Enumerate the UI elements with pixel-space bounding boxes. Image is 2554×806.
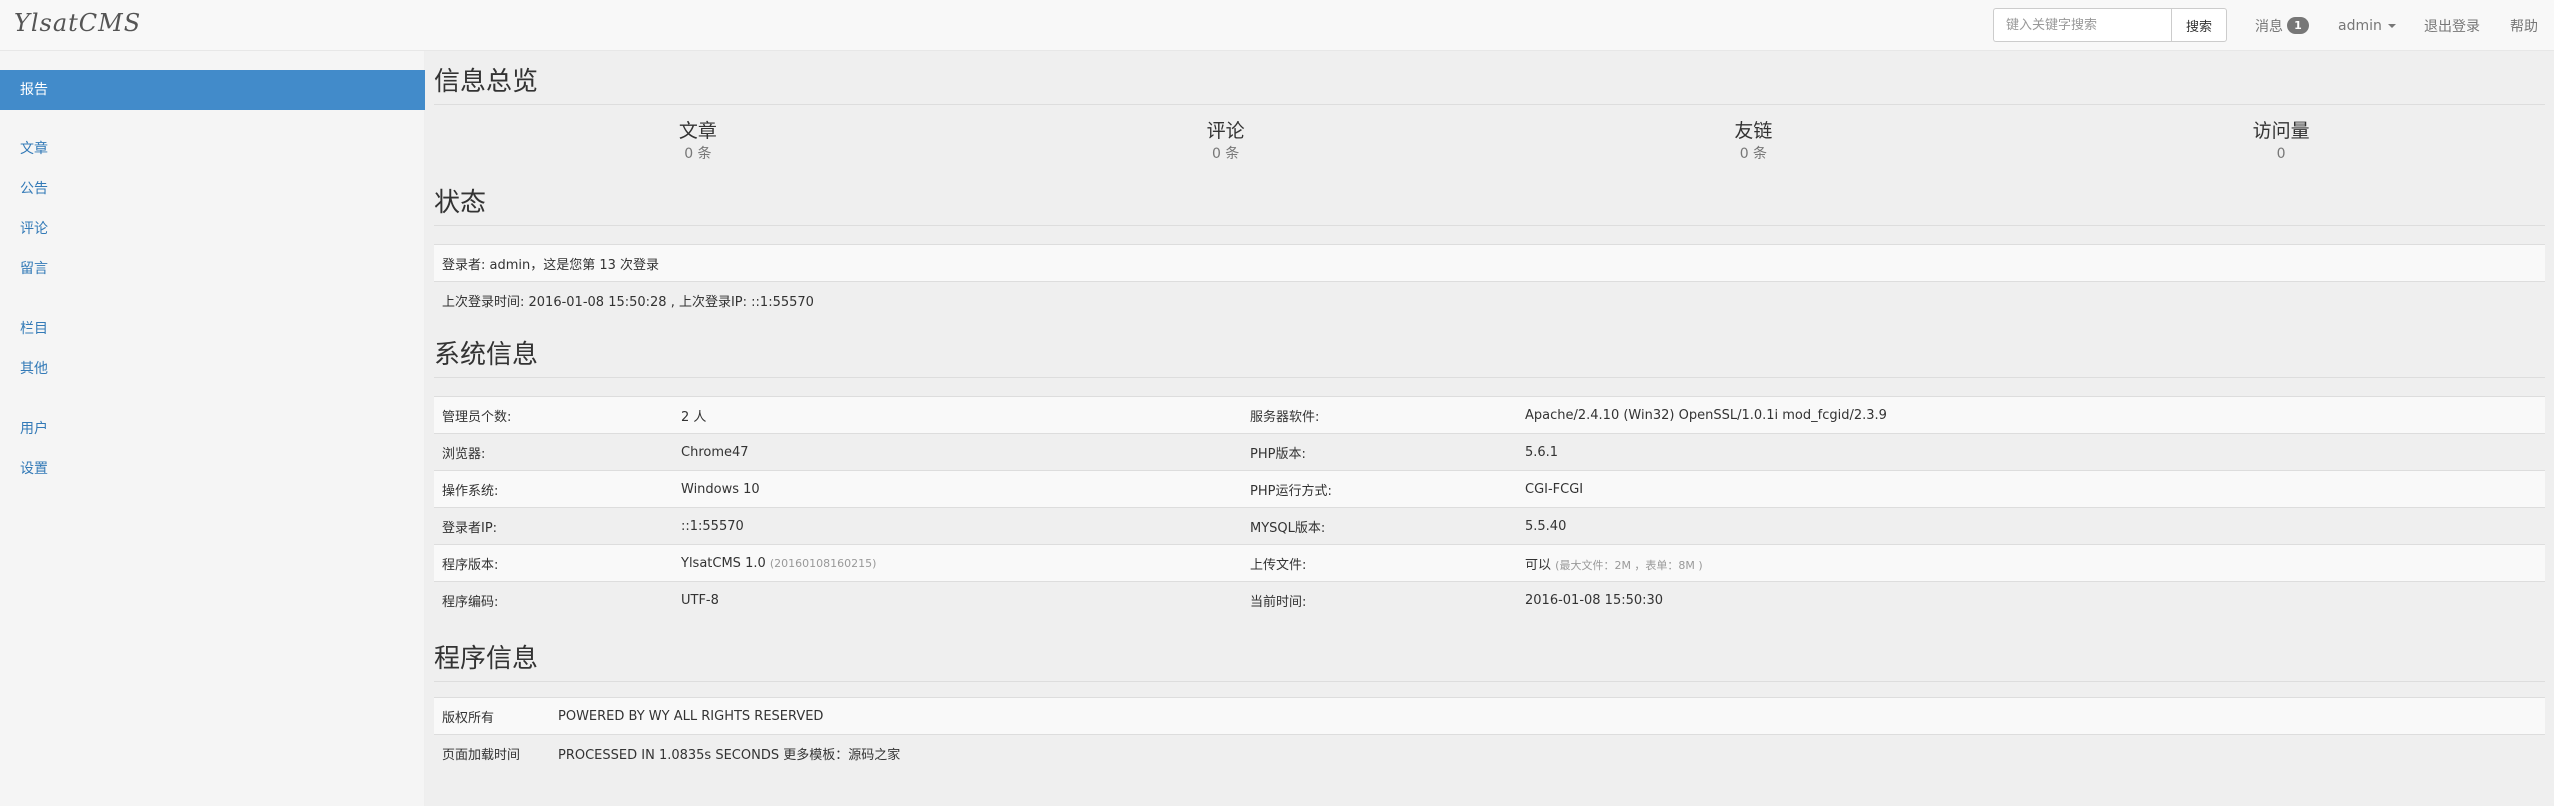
stat-visits: 访问量 0 <box>2017 119 2545 165</box>
system-key: 登录者IP: <box>434 507 673 545</box>
system-value: CGI-FCGI <box>1517 470 2545 508</box>
system-key: 服务器软件: <box>1242 396 1517 434</box>
user-name: admin <box>2338 17 2382 34</box>
system-key: 程序编码: <box>434 581 673 618</box>
nav-messages[interactable]: 消息 1 <box>2255 0 2309 51</box>
system-value: 5.5.40 <box>1517 507 2545 545</box>
stat-label: 评论 <box>1206 120 1245 142</box>
search-button[interactable]: 搜索 <box>2171 8 2228 42</box>
nav-logout[interactable]: 退出登录 <box>2424 0 2480 51</box>
help-link[interactable]: 帮助 <box>2510 16 2538 36</box>
login-info: 登录者: admin，这是您第 13 次登录 <box>434 244 2545 282</box>
table-row: 版权所有 POWERED BY WY ALL RIGHTS RESERVED <box>434 697 2545 735</box>
system-key: MYSQL版本: <box>1242 507 1517 545</box>
system-value: 2016-01-08 15:50:30 <box>1517 581 2545 618</box>
system-info-title: 系统信息 <box>434 334 2545 378</box>
table-row: 上次登录时间: 2016-01-08 15:50:28 , 上次登录IP: ::… <box>434 281 2545 318</box>
system-key: 当前时间: <box>1242 581 1517 618</box>
system-key: PHP运行方式: <box>1242 470 1517 508</box>
search-form: 搜索 <box>1993 8 2228 42</box>
sidebar: 报告 文章 公告 评论 留言 栏目 其他 用户 设置 <box>0 51 425 806</box>
system-value: ::1:55570 <box>673 507 1242 545</box>
overview-title: 信息总览 <box>434 61 2545 105</box>
program-value: PROCESSED IN 1.0835s SECONDS 更多模板：源码之家 <box>550 734 2545 771</box>
system-value: YlsatCMS 1.0 (20160108160215) <box>673 544 1242 582</box>
stat-label: 访问量 <box>2252 120 2310 142</box>
stat-label: 友链 <box>1734 120 1773 142</box>
system-value: Windows 10 <box>673 470 1242 508</box>
stat-links: 友链 0 条 <box>1490 119 2018 165</box>
stat-articles: 文章 0 条 <box>434 119 962 165</box>
table-row: 页面加载时间 PROCESSED IN 1.0835s SECONDS 更多模板… <box>434 734 2545 771</box>
system-key: PHP版本: <box>1242 433 1517 471</box>
stat-value: 0 条 <box>1739 146 1768 162</box>
table-row: 程序编码: UTF-8 当前时间: 2016-01-08 15:50:30 <box>434 581 2545 618</box>
messages-count-badge: 1 <box>2287 17 2309 34</box>
system-key: 浏览器: <box>434 433 673 471</box>
main-content: 信息总览 文章 0 条 评论 0 条 友链 0 条 访问量 0 状态 登录者: … <box>425 51 2554 806</box>
sidebar-item-announcements[interactable]: 公告 <box>0 169 425 209</box>
system-info-table: 管理员个数: 2 人 服务器软件: Apache/2.4.10 (Win32) … <box>434 396 2545 618</box>
sidebar-item-articles[interactable]: 文章 <box>0 129 425 169</box>
table-row: 登录者IP: ::1:55570 MYSQL版本: 5.5.40 <box>434 507 2545 545</box>
brand-logo[interactable]: YlsatCMS <box>14 9 141 37</box>
search-input[interactable] <box>1993 8 2171 42</box>
system-value: 2 人 <box>673 396 1242 434</box>
status-table: 登录者: admin，这是您第 13 次登录 上次登录时间: 2016-01-0… <box>434 244 2545 318</box>
system-key: 管理员个数: <box>434 396 673 434</box>
system-key: 操作系统: <box>434 470 673 508</box>
last-login-info: 上次登录时间: 2016-01-08 15:50:28 , 上次登录IP: ::… <box>434 281 2545 318</box>
logout-link[interactable]: 退出登录 <box>2424 16 2480 36</box>
program-key: 页面加载时间 <box>434 734 550 771</box>
nav-user-dropdown[interactable]: admin <box>2338 0 2396 51</box>
sidebar-item-settings[interactable]: 设置 <box>0 449 425 489</box>
sidebar-item-users[interactable]: 用户 <box>0 409 425 449</box>
top-navbar: YlsatCMS 搜索 消息 1 admin 退出登录 帮助 <box>0 0 2554 51</box>
system-value: Chrome47 <box>673 433 1242 471</box>
status-title: 状态 <box>434 182 2545 226</box>
messages-label: 消息 <box>2255 18 2283 35</box>
table-row: 操作系统: Windows 10 PHP运行方式: CGI-FCGI <box>434 470 2545 508</box>
table-row: 登录者: admin，这是您第 13 次登录 <box>434 244 2545 282</box>
caret-down-icon <box>2387 23 2396 28</box>
stat-value: 0 条 <box>684 146 712 162</box>
program-key: 版权所有 <box>434 697 550 735</box>
sidebar-item-columns[interactable]: 栏目 <box>0 309 425 349</box>
table-row: 程序版本: YlsatCMS 1.0 (20160108160215) 上传文件… <box>434 544 2545 582</box>
stat-label: 文章 <box>678 120 717 142</box>
table-row: 管理员个数: 2 人 服务器软件: Apache/2.4.10 (Win32) … <box>434 396 2545 434</box>
program-info-title: 程序信息 <box>434 638 2545 682</box>
sidebar-item-other[interactable]: 其他 <box>0 349 425 389</box>
nav-help[interactable]: 帮助 <box>2510 0 2538 51</box>
system-value: 5.6.1 <box>1517 433 2545 471</box>
sidebar-item-report[interactable]: 报告 <box>0 70 425 110</box>
stat-value: 0 条 <box>1211 146 1240 162</box>
stat-value: 0 <box>2276 146 2286 162</box>
system-value: 可以 (最大文件：2M ，表单：8M ) <box>1517 544 2545 582</box>
sidebar-item-comments[interactable]: 评论 <box>0 209 425 249</box>
system-value: UTF-8 <box>673 581 1242 618</box>
system-key: 上传文件: <box>1242 544 1517 582</box>
program-info-table: 版权所有 POWERED BY WY ALL RIGHTS RESERVED 页… <box>434 697 2545 771</box>
stat-comments: 评论 0 条 <box>962 119 1490 165</box>
sidebar-item-messages[interactable]: 留言 <box>0 249 425 289</box>
table-row: 浏览器: Chrome47 PHP版本: 5.6.1 <box>434 433 2545 471</box>
overview-stats: 文章 0 条 评论 0 条 友链 0 条 访问量 0 <box>434 119 2545 165</box>
system-value: Apache/2.4.10 (Win32) OpenSSL/1.0.1i mod… <box>1517 396 2545 434</box>
system-key: 程序版本: <box>434 544 673 582</box>
program-value: POWERED BY WY ALL RIGHTS RESERVED <box>550 697 2545 735</box>
